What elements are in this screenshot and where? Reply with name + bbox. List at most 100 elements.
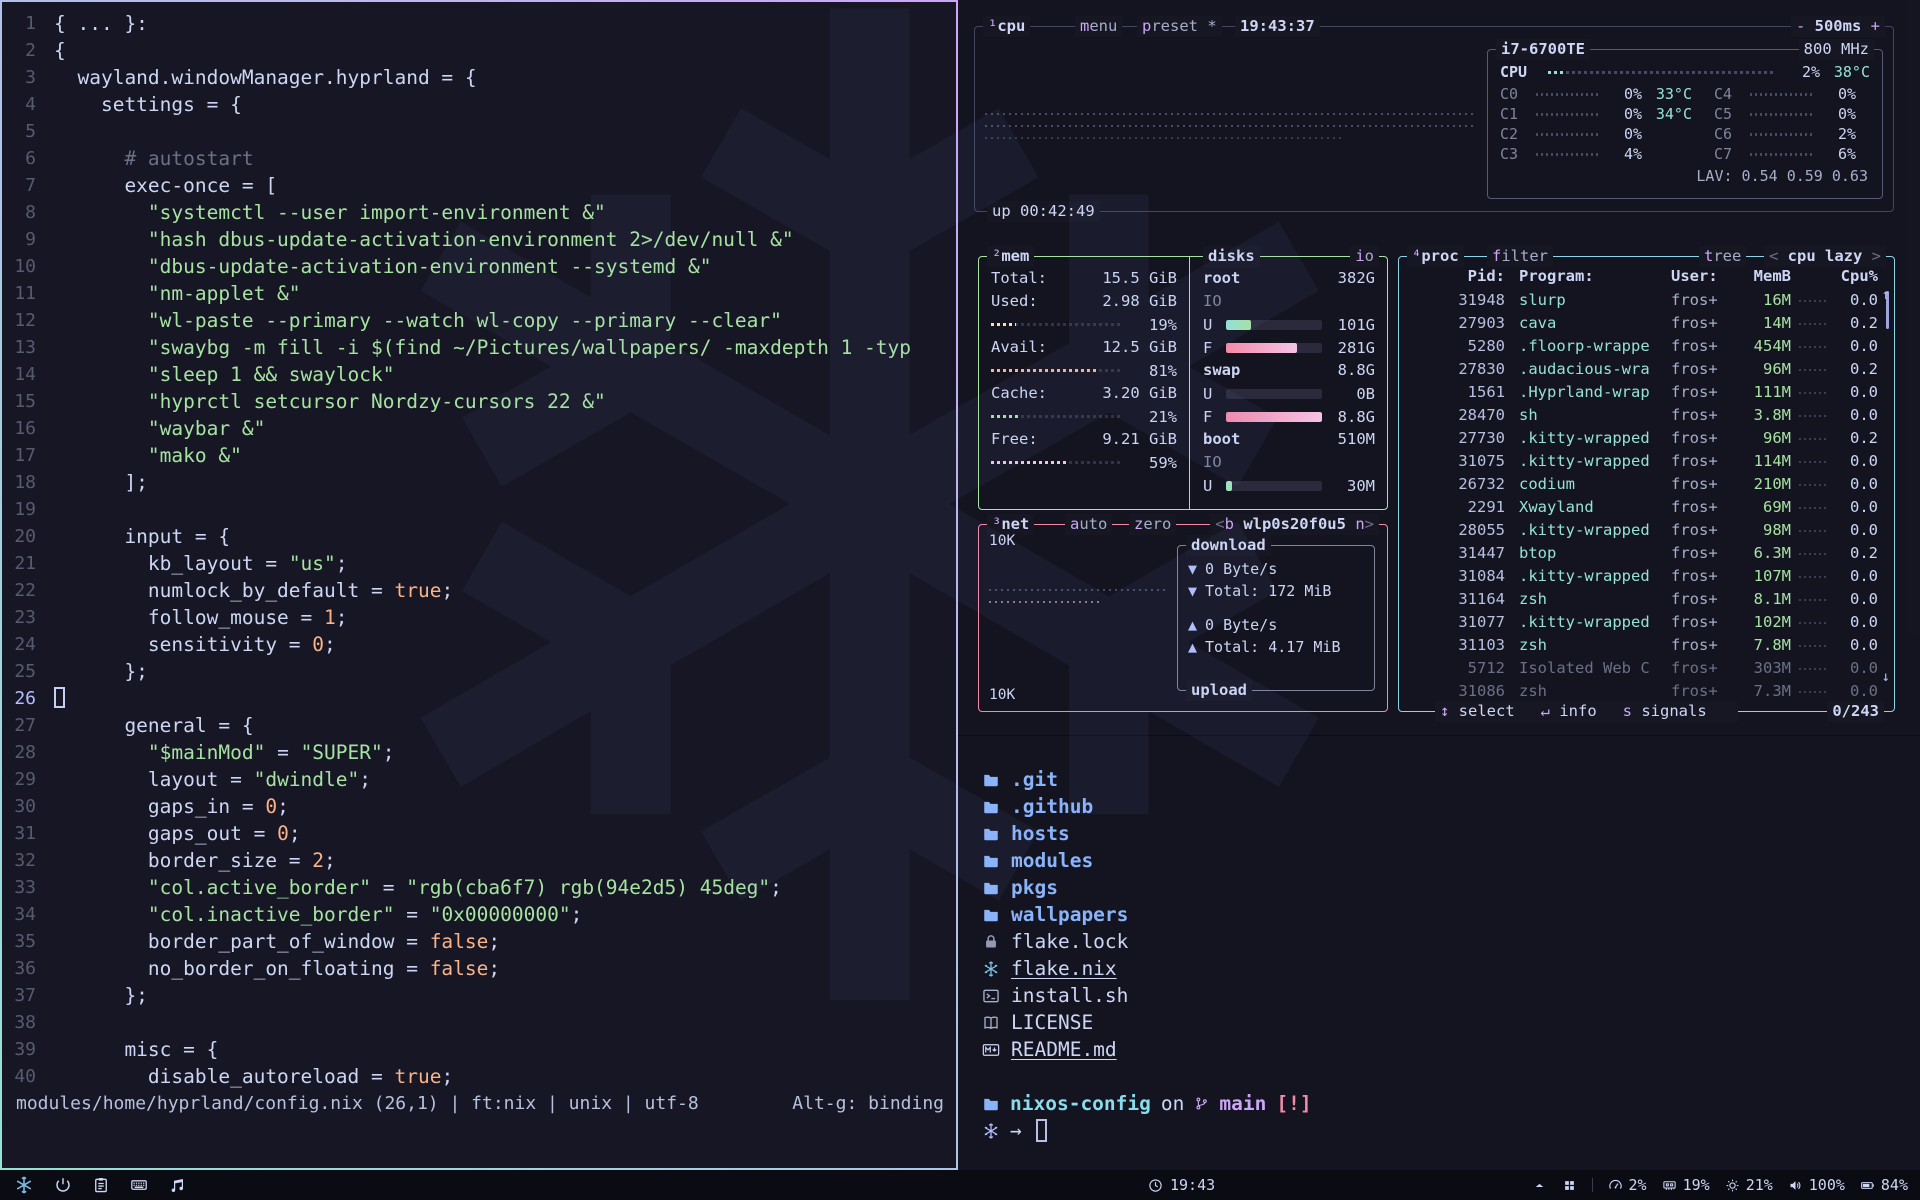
update-interval-control[interactable]: - 500ms + [1791, 16, 1885, 37]
code-text: misc = { [54, 1036, 218, 1063]
nix-menu-button[interactable] [14, 1175, 34, 1195]
code-line[interactable]: 19 [2, 496, 956, 523]
proc-row[interactable]: 5280.floorp-wrappefros+454M0.0 [1409, 335, 1878, 358]
proc-row[interactable]: 31084.kitty-wrappedfros+107M0.0 [1409, 565, 1878, 588]
editor-code-area[interactable]: 1{ ... }:2{3 wayland.windowManager.hyprl… [2, 2, 956, 1090]
proc-row[interactable]: 31086zshfros+7.3M0.0 [1409, 680, 1878, 703]
mem-box-title[interactable]: ²mem [987, 246, 1034, 267]
code-text: { ... }: [54, 10, 148, 37]
code-line[interactable]: 34 "col.inactive_border" = "0x00000000"; [2, 901, 956, 928]
code-line[interactable]: 36 no_border_on_floating = false; [2, 955, 956, 982]
proc-filter-button[interactable]: filter [1487, 246, 1553, 267]
code-line[interactable]: 15 "hyprctl setcursor Nordzy-cursors 22 … [2, 388, 956, 415]
core-meter [1750, 113, 1812, 116]
battery-module[interactable]: 84% [1860, 1176, 1908, 1194]
upload-label: upload [1186, 680, 1252, 701]
code-line[interactable]: 12 "wl-paste --primary --watch wl-copy -… [2, 307, 956, 334]
code-line[interactable]: 31 gaps_out = 0; [2, 820, 956, 847]
code-line[interactable]: 27 general = { [2, 712, 956, 739]
folder-icon [982, 852, 1000, 870]
proc-box-title[interactable]: ⁴proc [1407, 246, 1464, 267]
music-button[interactable] [168, 1176, 186, 1194]
volume-module[interactable]: 100% [1788, 1176, 1845, 1194]
proc-row[interactable]: 31077.kitty-wrappedfros+102M0.0 [1409, 611, 1878, 634]
proc-row[interactable]: 27903cavafros+14M0.2 [1409, 312, 1878, 335]
code-line[interactable]: 5 [2, 118, 956, 145]
proc-row[interactable]: 1561.Hyprland-wrapfros+111M0.0 [1409, 381, 1878, 404]
proc-row[interactable]: 31075.kitty-wrappedfros+114M0.0 [1409, 450, 1878, 473]
disks-box-title[interactable]: disks [1203, 246, 1260, 267]
btop-preset-button[interactable]: preset * [1137, 16, 1222, 37]
clock-module[interactable]: 19:43 [1148, 1170, 1215, 1200]
code-line[interactable]: 28 "$mainMod" = "SUPER"; [2, 739, 956, 766]
net-box-title[interactable]: ³net [987, 514, 1034, 535]
code-line[interactable]: 25 }; [2, 658, 956, 685]
proc-sort-selector[interactable]: < cpu lazy > [1764, 246, 1886, 267]
code-line[interactable]: 38 [2, 1009, 956, 1036]
cpu-box-title[interactable]: ¹cpu [983, 16, 1030, 37]
proc-row[interactable]: 2291Xwaylandfros+69M0.0 [1409, 496, 1878, 519]
proc-row[interactable]: 5712Isolated Web Cfros+303M0.0 [1409, 657, 1878, 680]
code-line[interactable]: 21 kb_layout = "us"; [2, 550, 956, 577]
proc-row[interactable]: 31948slurpfros+16M0.0 [1409, 289, 1878, 312]
code-line[interactable]: 37 }; [2, 982, 956, 1009]
code-line[interactable]: 35 border_part_of_window = false; [2, 928, 956, 955]
proc-scrollbar[interactable] [1886, 291, 1889, 329]
code-line[interactable]: 32 border_size = 2; [2, 847, 956, 874]
memory-usage-module[interactable]: 19% [1662, 1176, 1710, 1194]
shell-prompt-input-line[interactable]: → [982, 1117, 1920, 1144]
code-line[interactable]: 6 # autostart [2, 145, 956, 172]
code-line[interactable]: 40 disable_autoreload = true; [2, 1063, 956, 1090]
proc-row[interactable]: 27730.kitty-wrappedfros+96M0.2 [1409, 427, 1878, 450]
code-line[interactable]: 18 ]; [2, 469, 956, 496]
code-line[interactable]: 7 exec-once = [ [2, 172, 956, 199]
code-line[interactable]: 1{ ... }: [2, 10, 956, 37]
net-auto-toggle[interactable]: auto [1065, 514, 1112, 535]
clipboard-button[interactable] [92, 1176, 110, 1194]
tray-chevron[interactable] [1532, 1178, 1547, 1193]
branch-icon [1194, 1096, 1209, 1111]
tray-app[interactable] [1562, 1178, 1577, 1193]
code-line[interactable]: 22 numlock_by_default = true; [2, 577, 956, 604]
code-line[interactable]: 14 "sleep 1 && swaylock" [2, 361, 956, 388]
code-line[interactable]: 16 "waybar &" [2, 415, 956, 442]
proc-tree-toggle[interactable]: tree [1699, 246, 1746, 267]
code-line[interactable]: 33 "col.active_border" = "rgb(cba6f7) rg… [2, 874, 956, 901]
code-line[interactable]: 39 misc = { [2, 1036, 956, 1063]
btop-menu-button[interactable]: menu [1075, 16, 1122, 37]
code-line[interactable]: 9 "hash dbus-update-activation-environme… [2, 226, 956, 253]
proc-footer-signals[interactable]: s signals [1623, 702, 1707, 720]
proc-footer-info[interactable]: ↵ info [1541, 702, 1597, 720]
code-line[interactable]: 3 wayland.windowManager.hyprland = { [2, 64, 956, 91]
code-line[interactable]: 30 gaps_in = 0; [2, 793, 956, 820]
code-line[interactable]: 17 "mako &" [2, 442, 956, 469]
code-line[interactable]: 24 sensitivity = 0; [2, 631, 956, 658]
scroll-down-arrow[interactable]: ↓ [1882, 669, 1890, 685]
proc-row[interactable]: 28470shfros+3.8M0.0 [1409, 404, 1878, 427]
code-line[interactable]: 11 "nm-applet &" [2, 280, 956, 307]
disks-io-toggle[interactable]: io [1350, 246, 1379, 267]
proc-row[interactable]: 31103zshfros+7.8M0.0 [1409, 634, 1878, 657]
proc-row[interactable]: 27830.audacious-wrafros+96M0.2 [1409, 358, 1878, 381]
brightness-module[interactable]: 21% [1725, 1176, 1773, 1194]
code-line[interactable]: 4 settings = { [2, 91, 956, 118]
code-line[interactable]: 2{ [2, 37, 956, 64]
code-line[interactable]: 20 input = { [2, 523, 956, 550]
code-line[interactable]: 23 follow_mouse = 1; [2, 604, 956, 631]
volume-module-value: 100% [1809, 1176, 1845, 1194]
proc-row[interactable]: 31164zshfros+8.1M0.0 [1409, 588, 1878, 611]
power-button[interactable] [54, 1176, 72, 1194]
proc-footer-select[interactable]: ↕ select [1440, 702, 1515, 720]
proc-row[interactable]: 28055.kitty-wrappedfros+98M0.0 [1409, 519, 1878, 542]
code-line[interactable]: 29 layout = "dwindle"; [2, 766, 956, 793]
code-line[interactable]: 10 "dbus-update-activation-environment -… [2, 253, 956, 280]
proc-row[interactable]: 26732codiumfros+210M0.0 [1409, 473, 1878, 496]
code-line[interactable]: 26 [2, 685, 956, 712]
net-zero-toggle[interactable]: zero [1129, 514, 1176, 535]
code-line[interactable]: 8 "systemctl --user import-environment &… [2, 199, 956, 226]
cpu-usage-module[interactable]: 2% [1608, 1176, 1647, 1194]
code-line[interactable]: 13 "swaybg -m fill -i $(find ~/Pictures/… [2, 334, 956, 361]
net-interface-selector[interactable]: <b wlp0s20f0u5 n> [1210, 514, 1379, 535]
proc-row[interactable]: 31447btopfros+6.3M0.2 [1409, 542, 1878, 565]
keyboard-button[interactable] [130, 1176, 148, 1194]
